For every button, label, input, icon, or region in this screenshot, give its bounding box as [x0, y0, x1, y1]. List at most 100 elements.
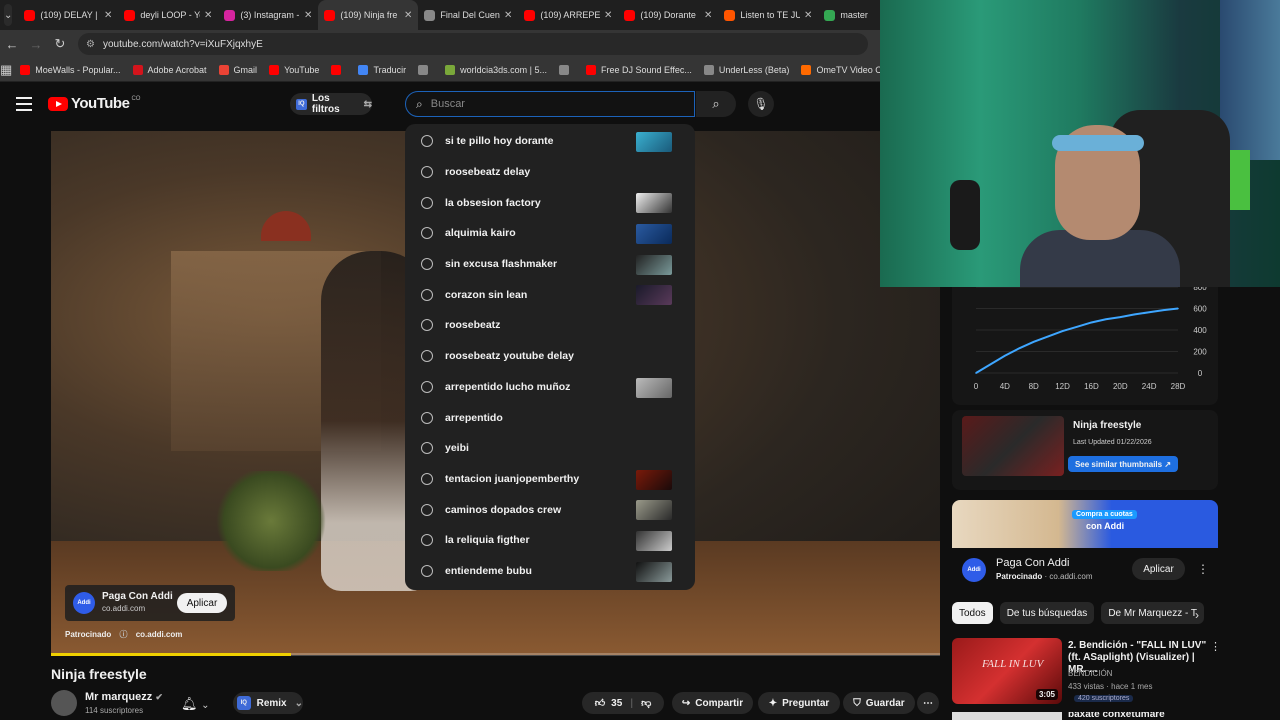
youtube-logo[interactable]: YouTube CO: [48, 95, 140, 112]
search-suggestion[interactable]: arrepentido: [405, 402, 695, 433]
chevron-down-icon[interactable]: ⌄: [201, 700, 209, 711]
browser-tab[interactable]: (109) Ninja fre ✕: [318, 0, 419, 30]
more-options-icon[interactable]: ⋮: [1197, 562, 1209, 576]
close-icon[interactable]: ✕: [104, 10, 112, 21]
search-suggestion[interactable]: roosebeatz delay: [405, 157, 695, 188]
video-progress-bar[interactable]: [51, 653, 940, 656]
filter-chip[interactable]: De tus búsquedas: [999, 602, 1095, 624]
suggestion-text: arrepentido: [445, 411, 503, 424]
chart-series-line: [975, 307, 1179, 374]
browser-tab[interactable]: (109) ARREPEN ✕: [518, 0, 618, 30]
bookmark-item[interactable]: MoeWalls - Popular...: [20, 64, 121, 75]
close-icon[interactable]: ✕: [204, 10, 212, 21]
ask-label: Preguntar: [782, 697, 830, 709]
close-icon[interactable]: ✕: [304, 10, 312, 21]
notification-bell-icon[interactable]: 🔔︎ ⌄: [181, 696, 210, 712]
chevron-right-icon[interactable]: ›: [1195, 608, 1199, 622]
search-suggestion[interactable]: yeibi: [405, 433, 695, 464]
bookmark-item[interactable]: YouTube: [269, 64, 319, 75]
close-icon[interactable]: ✕: [404, 10, 412, 21]
history-icon: [421, 442, 433, 455]
search-suggestion[interactable]: alquimia kairo: [405, 218, 695, 249]
apps-grid-icon[interactable]: ▦: [0, 62, 12, 78]
bookmark-item[interactable]: [418, 64, 433, 75]
close-icon[interactable]: ✕: [504, 10, 512, 21]
recommended-title[interactable]: baxate conxetumare: [1068, 712, 1165, 720]
ask-button[interactable]: ✦ Preguntar: [758, 692, 840, 714]
search-suggestion[interactable]: si te pillo hoy dorante: [405, 126, 695, 157]
bookmark-item[interactable]: Traducir: [358, 64, 406, 75]
bookmark-item[interactable]: [331, 64, 346, 75]
see-similar-thumbnails-button[interactable]: See similar thumbnails ↗: [1068, 456, 1178, 472]
menu-icon[interactable]: [16, 97, 32, 115]
chart-x-tick-label: 20D: [1113, 382, 1128, 391]
filters-button[interactable]: IQ Los filtros ⇆: [290, 93, 372, 115]
search-suggestion[interactable]: roosebeatz youtube delay: [405, 341, 695, 372]
address-bar[interactable]: ⚙ youtube.com/watch?v=iXuFXjqxhyE: [78, 33, 868, 55]
bookmark-item[interactable]: Gmail: [218, 64, 257, 75]
search-box[interactable]: ⌕: [405, 91, 695, 117]
youtube-play-icon: [48, 96, 68, 111]
browser-tab[interactable]: Final Del Cuen ✕: [418, 0, 518, 30]
close-icon[interactable]: ✕: [704, 10, 712, 21]
ad-promo: Compra a cuotas: [1072, 510, 1137, 519]
sidebar-ad-apply-button[interactable]: Aplicar: [1132, 558, 1185, 580]
bookmark-item[interactable]: UnderLess (Beta): [703, 64, 789, 75]
browser-tab[interactable]: Listen to TE JU ✕: [718, 0, 818, 30]
recommended-video[interactable]: FALL IN LUV 3:05 2. Bendición - "FALL IN…: [952, 638, 1222, 704]
back-icon[interactable]: ←: [0, 37, 24, 52]
bookmark-item[interactable]: Free DJ Sound Effec...: [586, 64, 692, 75]
sponsored-domain[interactable]: co.addi.com: [136, 630, 183, 639]
more-options-icon[interactable]: ⋮: [1210, 640, 1221, 653]
voice-search-button[interactable]: 🎙: [748, 91, 774, 117]
share-button[interactable]: ↪ Compartir: [672, 692, 753, 714]
recommended-video[interactable]: baxate conxetumare: [952, 712, 1222, 720]
browser-tab[interactable]: deyli LOOP - Yo ✕: [118, 0, 218, 30]
bookmark-favicon-icon: [801, 64, 812, 75]
recommended-thumbnail[interactable]: [952, 712, 1062, 720]
tab-search-icon[interactable]: ⌄: [4, 4, 13, 26]
search-suggestion[interactable]: la obsesion factory: [405, 187, 695, 218]
info-icon[interactable]: ⓘ: [119, 630, 127, 639]
search-suggestion[interactable]: arrepentido lucho muñoz: [405, 372, 695, 403]
channel-name[interactable]: Mr marquezz ✔: [85, 691, 163, 703]
chart-data-point: [1119, 316, 1122, 318]
search-suggestion[interactable]: sin excusa flashmaker: [405, 249, 695, 280]
close-icon[interactable]: ✕: [604, 10, 612, 21]
like-button[interactable]: 👍︎ 35: [595, 697, 623, 710]
search-suggestion[interactable]: la reliquia figther: [405, 525, 695, 556]
video-thumbnail[interactable]: [962, 416, 1064, 476]
sidebar-ad-banner[interactable]: Compra a cuotas con Addi: [952, 500, 1218, 548]
search-suggestion[interactable]: corazon sin lean: [405, 279, 695, 310]
bookmark-item[interactable]: Adobe Acrobat: [132, 64, 207, 75]
search-button[interactable]: ⌕: [696, 91, 736, 117]
remix-button[interactable]: IQ Remix ⌄: [233, 692, 303, 714]
browser-tab[interactable]: (109) Dorante ✕: [618, 0, 718, 30]
close-icon[interactable]: ✕: [804, 10, 812, 21]
filter-chip[interactable]: Todos: [952, 602, 993, 624]
site-info-icon[interactable]: ⚙: [86, 39, 95, 50]
thumbs-down-icon[interactable]: 👎︎: [641, 697, 651, 709]
more-actions-button[interactable]: ⋯: [917, 692, 939, 714]
bookmark-favicon-icon: [20, 64, 31, 75]
channel-avatar[interactable]: [51, 690, 77, 716]
filter-chip[interactable]: De Mr Marquezz - T: [1101, 602, 1205, 624]
favicon-icon: [724, 9, 736, 21]
search-suggestion[interactable]: caminos dopados crew: [405, 494, 695, 525]
history-icon: [421, 564, 433, 577]
sponsored-label: Patrocinado: [65, 630, 112, 639]
reload-icon[interactable]: ↻: [48, 36, 72, 52]
search-suggestion[interactable]: tentacion juanjopemberthy: [405, 464, 695, 495]
forward-icon[interactable]: →: [24, 37, 48, 52]
search-input[interactable]: [430, 98, 671, 110]
search-suggestion[interactable]: roosebeatz: [405, 310, 695, 341]
search-suggestion[interactable]: entiendeme bubu: [405, 556, 695, 587]
browser-tab[interactable]: (3) Instagram - ✕: [218, 0, 318, 30]
browser-tab[interactable]: (109) DELAY | T ✕: [18, 0, 118, 30]
bookmark-item[interactable]: worldcia3ds.com | 5...: [445, 64, 547, 75]
video-ad-apply-button[interactable]: Aplicar: [177, 593, 227, 613]
bookmark-item[interactable]: [559, 64, 574, 75]
save-button[interactable]: ⛉ Guardar: [843, 692, 915, 714]
recommended-channel[interactable]: BENDICIÓN: [1068, 669, 1112, 678]
recommended-thumbnail[interactable]: FALL IN LUV 3:05: [952, 638, 1062, 704]
